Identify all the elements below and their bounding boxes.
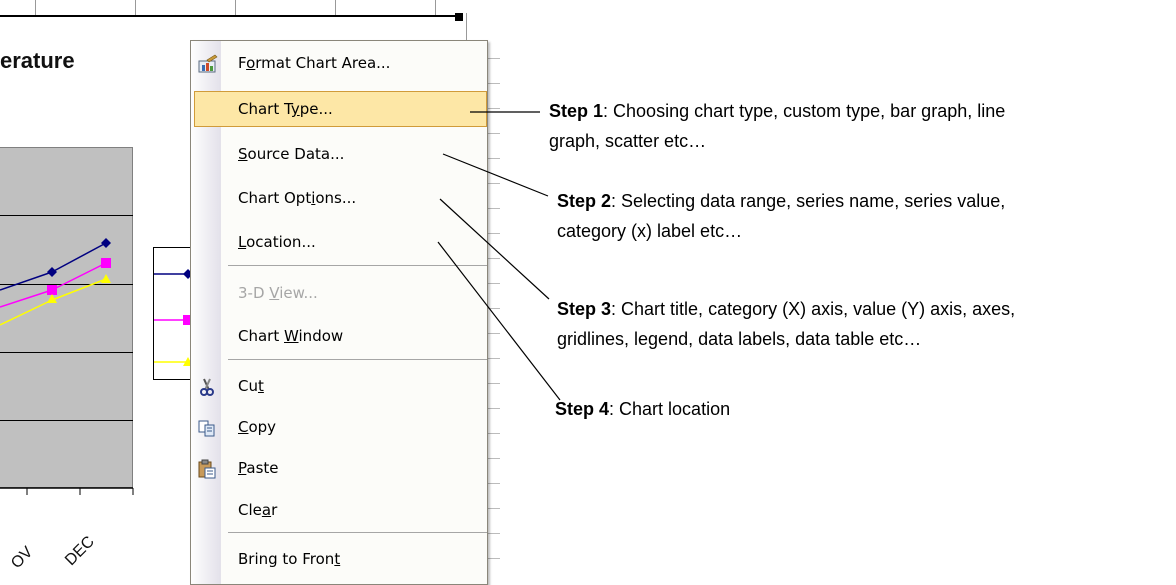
step1-text-line2: graph, scatter etc… [549,131,707,151]
step4-text: : Chart location [609,399,731,419]
step4-callout-line [437,241,561,401]
step2-callout-line [442,153,549,197]
step2-text-line2: category (x) label etc… [557,221,743,241]
step1-label: Step 1 [549,101,604,121]
step2-annotation: Step 2: Selecting data range, series nam… [557,186,1005,246]
step1-text: : Choosing chart type, custom type, bar … [603,101,1006,121]
step3-label: Step 3 [557,299,612,319]
step3-text: : Chart title, category (X) axis, value … [611,299,1016,319]
step2-label: Step 2 [557,191,612,211]
step1-annotation: Step 1: Choosing chart type, custom type… [549,96,1005,156]
step3-text-line2: gridlines, legend, data labels, data tab… [557,329,922,349]
step4-annotation: Step 4: Chart location [555,394,730,424]
step3-callout-line [439,198,550,300]
step3-annotation: Step 3: Chart title, category (X) axis, … [557,294,1015,354]
step2-text: : Selecting data range, series name, ser… [611,191,1006,211]
step4-label: Step 4 [555,399,610,419]
callout-lines [437,111,561,401]
